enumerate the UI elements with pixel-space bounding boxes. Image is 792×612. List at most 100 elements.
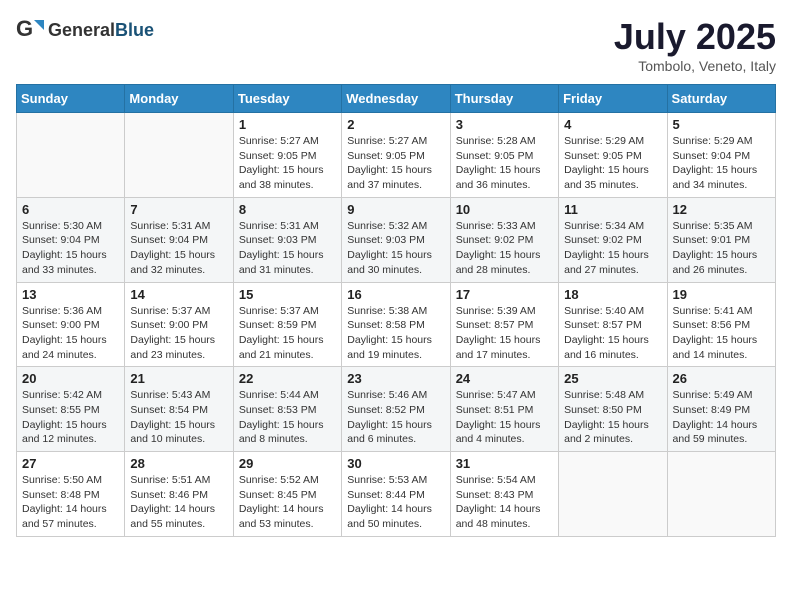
- weekday-header-cell: Thursday: [450, 85, 558, 113]
- day-number: 22: [239, 371, 336, 386]
- day-number: 5: [673, 117, 770, 132]
- calendar-cell: 12Sunrise: 5:35 AMSunset: 9:01 PMDayligh…: [667, 197, 775, 282]
- day-number: 28: [130, 456, 227, 471]
- calendar-cell: 15 Sunrise: 5:37 AMSunset: 8:59 PMDayligh…: [233, 282, 341, 367]
- day-number: 17: [456, 287, 553, 302]
- calendar-cell: 6Sunrise: 5:30 AMSunset: 9:04 PMDaylight…: [17, 197, 125, 282]
- title-block: July 2025 Tombolo, Veneto, Italy: [614, 16, 776, 74]
- day-number: 21: [130, 371, 227, 386]
- day-info: Sunrise: 5:29 AMSunset: 9:04 PMDaylight:…: [673, 134, 770, 193]
- day-info: Sunrise: 5:43 AMSunset: 8:54 PMDaylight:…: [130, 388, 227, 447]
- calendar-cell: [667, 452, 775, 537]
- weekday-header-cell: Wednesday: [342, 85, 450, 113]
- calendar-cell: 18 Sunrise: 5:40 AMSunset: 8:57 PMDayligh…: [559, 282, 667, 367]
- calendar-cell: [17, 113, 125, 198]
- day-number: 30: [347, 456, 444, 471]
- calendar-cell: 26Sunrise: 5:49 AMSunset: 8:49 PMDayligh…: [667, 367, 775, 452]
- day-info: Sunrise: 5:33 AMSunset: 9:02 PMDaylight:…: [456, 219, 553, 278]
- calendar-cell: 25 Sunrise: 5:48 AMSunset: 8:50 PMDayligh…: [559, 367, 667, 452]
- calendar-cell: 1Sunrise: 5:27 AMSunset: 9:05 PMDaylight…: [233, 113, 341, 198]
- day-info: Sunrise: 5:54 AMSunset: 8:43 PMDaylight:…: [456, 473, 553, 532]
- day-info: Sunrise: 5:48 AMSunset: 8:50 PMDaylight:…: [564, 388, 661, 447]
- weekday-header-cell: Monday: [125, 85, 233, 113]
- calendar-cell: 17 Sunrise: 5:39 AMSunset: 8:57 PMDayligh…: [450, 282, 558, 367]
- day-info: Sunrise: 5:27 AMSunset: 9:05 PMDaylight:…: [347, 134, 444, 193]
- calendar-cell: 31 Sunrise: 5:54 AMSunset: 8:43 PMDayligh…: [450, 452, 558, 537]
- day-info: Sunrise: 5:41 AMSunset: 8:56 PMDaylight:…: [673, 304, 770, 363]
- day-number: 13: [22, 287, 119, 302]
- day-number: 29: [239, 456, 336, 471]
- calendar-cell: [125, 113, 233, 198]
- day-info: Sunrise: 5:36 AMSunset: 9:00 PMDaylight:…: [22, 304, 119, 363]
- day-info: Sunrise: 5:30 AMSunset: 9:04 PMDaylight:…: [22, 219, 119, 278]
- calendar-cell: 10 Sunrise: 5:33 AMSunset: 9:02 PMDayligh…: [450, 197, 558, 282]
- calendar-cell: 13 Sunrise: 5:36 AMSunset: 9:00 PMDayligh…: [17, 282, 125, 367]
- day-number: 27: [22, 456, 119, 471]
- day-number: 20: [22, 371, 119, 386]
- calendar-cell: 24Sunrise: 5:47 AMSunset: 8:51 PMDayligh…: [450, 367, 558, 452]
- day-number: 23: [347, 371, 444, 386]
- logo: G GeneralBlue: [16, 16, 154, 44]
- day-number: 15: [239, 287, 336, 302]
- day-info: Sunrise: 5:50 AMSunset: 8:48 PMDaylight:…: [22, 473, 119, 532]
- day-info: Sunrise: 5:34 AMSunset: 9:02 PMDaylight:…: [564, 219, 661, 278]
- day-info: Sunrise: 5:42 AMSunset: 8:55 PMDaylight:…: [22, 388, 119, 447]
- calendar-week-row: 27 Sunrise: 5:50 AMSunset: 8:48 PMDayligh…: [17, 452, 776, 537]
- weekday-header-row: SundayMondayTuesdayWednesdayThursdayFrid…: [17, 85, 776, 113]
- calendar-cell: 19Sunrise: 5:41 AMSunset: 8:56 PMDayligh…: [667, 282, 775, 367]
- day-number: 1: [239, 117, 336, 132]
- day-info: Sunrise: 5:49 AMSunset: 8:49 PMDaylight:…: [673, 388, 770, 447]
- day-info: Sunrise: 5:32 AMSunset: 9:03 PMDaylight:…: [347, 219, 444, 278]
- day-info: Sunrise: 5:38 AMSunset: 8:58 PMDaylight:…: [347, 304, 444, 363]
- day-info: Sunrise: 5:31 AMSunset: 9:03 PMDaylight:…: [239, 219, 336, 278]
- day-info: Sunrise: 5:47 AMSunset: 8:51 PMDaylight:…: [456, 388, 553, 447]
- calendar-cell: 22 Sunrise: 5:44 AMSunset: 8:53 PMDayligh…: [233, 367, 341, 452]
- day-number: 10: [456, 202, 553, 217]
- calendar-week-row: 20 Sunrise: 5:42 AMSunset: 8:55 PMDayligh…: [17, 367, 776, 452]
- calendar-cell: 9 Sunrise: 5:32 AMSunset: 9:03 PMDaylight…: [342, 197, 450, 282]
- calendar-cell: 11Sunrise: 5:34 AMSunset: 9:02 PMDayligh…: [559, 197, 667, 282]
- logo-text-blue: Blue: [115, 20, 154, 40]
- day-number: 8: [239, 202, 336, 217]
- calendar-cell: 30Sunrise: 5:53 AMSunset: 8:44 PMDayligh…: [342, 452, 450, 537]
- calendar-week-row: 1 Sunrise: 5:27 AMSunset: 9:05 PMDaylight…: [17, 113, 776, 198]
- calendar-week-row: 6Sunrise: 5:30 AMSunset: 9:04 PMDaylight…: [17, 197, 776, 282]
- calendar-cell: 23 Sunrise: 5:46 AMSunset: 8:52 PMDayligh…: [342, 367, 450, 452]
- day-number: 3: [456, 117, 553, 132]
- day-info: Sunrise: 5:51 AMSunset: 8:46 PMDaylight:…: [130, 473, 227, 532]
- day-number: 16: [347, 287, 444, 302]
- day-info: Sunrise: 5:37 AMSunset: 8:59 PMDaylight:…: [239, 304, 336, 363]
- calendar-cell: 27 Sunrise: 5:50 AMSunset: 8:48 PMDayligh…: [17, 452, 125, 537]
- calendar-cell: 21 Sunrise: 5:43 AMSunset: 8:54 PMDayligh…: [125, 367, 233, 452]
- day-info: Sunrise: 5:29 AMSunset: 9:05 PMDaylight:…: [564, 134, 661, 193]
- day-number: 25: [564, 371, 661, 386]
- weekday-header-cell: Tuesday: [233, 85, 341, 113]
- day-number: 18: [564, 287, 661, 302]
- calendar-table: SundayMondayTuesdayWednesdayThursdayFrid…: [16, 84, 776, 537]
- day-info: Sunrise: 5:44 AMSunset: 8:53 PMDaylight:…: [239, 388, 336, 447]
- day-number: 2: [347, 117, 444, 132]
- calendar-cell: 14Sunrise: 5:37 AMSunset: 9:00 PMDayligh…: [125, 282, 233, 367]
- day-number: 4: [564, 117, 661, 132]
- calendar-cell: [559, 452, 667, 537]
- calendar-cell: 28 Sunrise: 5:51 AMSunset: 8:46 PMDayligh…: [125, 452, 233, 537]
- calendar-cell: 16 Sunrise: 5:38 AMSunset: 8:58 PMDayligh…: [342, 282, 450, 367]
- weekday-header-cell: Sunday: [17, 85, 125, 113]
- day-info: Sunrise: 5:46 AMSunset: 8:52 PMDaylight:…: [347, 388, 444, 447]
- calendar-cell: 29Sunrise: 5:52 AMSunset: 8:45 PMDayligh…: [233, 452, 341, 537]
- day-info: Sunrise: 5:31 AMSunset: 9:04 PMDaylight:…: [130, 219, 227, 278]
- day-info: Sunrise: 5:40 AMSunset: 8:57 PMDaylight:…: [564, 304, 661, 363]
- weekday-header-cell: Saturday: [667, 85, 775, 113]
- day-number: 31: [456, 456, 553, 471]
- calendar-cell: 3Sunrise: 5:28 AMSunset: 9:05 PMDaylight…: [450, 113, 558, 198]
- calendar-cell: 20 Sunrise: 5:42 AMSunset: 8:55 PMDayligh…: [17, 367, 125, 452]
- calendar-cell: 4 Sunrise: 5:29 AMSunset: 9:05 PMDaylight…: [559, 113, 667, 198]
- page-header: G GeneralBlue July 2025 Tombolo, Veneto,…: [16, 16, 776, 74]
- day-info: Sunrise: 5:39 AMSunset: 8:57 PMDaylight:…: [456, 304, 553, 363]
- location-subtitle: Tombolo, Veneto, Italy: [614, 58, 776, 74]
- day-info: Sunrise: 5:37 AMSunset: 9:00 PMDaylight:…: [130, 304, 227, 363]
- calendar-week-row: 13 Sunrise: 5:36 AMSunset: 9:00 PMDayligh…: [17, 282, 776, 367]
- calendar-cell: 7Sunrise: 5:31 AMSunset: 9:04 PMDaylight…: [125, 197, 233, 282]
- svg-text:G: G: [16, 16, 33, 41]
- day-number: 9: [347, 202, 444, 217]
